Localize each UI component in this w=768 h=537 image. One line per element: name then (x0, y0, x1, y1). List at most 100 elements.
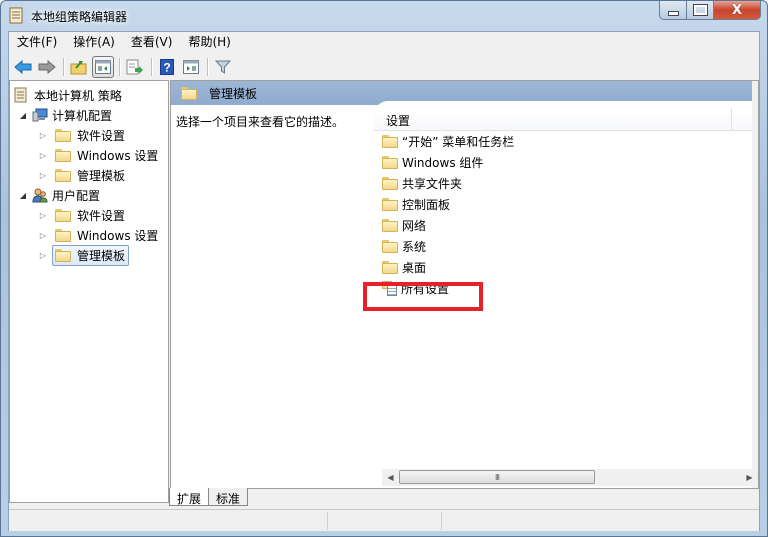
folder-icon (382, 198, 398, 211)
policy-editor-icon (9, 7, 23, 24)
list-item[interactable]: 网络 (382, 215, 426, 236)
folder-icon (55, 168, 71, 182)
tab-standard[interactable]: 标准 (208, 488, 249, 506)
computer-icon (32, 108, 48, 122)
list-item[interactable]: 共享文件夹 (382, 173, 462, 194)
list-item-label: Windows 组件 (402, 156, 484, 170)
menu-help[interactable]: 帮助(H) (180, 32, 238, 53)
toolbar-separator (63, 57, 65, 76)
back-icon (14, 59, 32, 74)
tab-extended[interactable]: 扩展 (169, 488, 210, 506)
tree-node-label: 管理模板 (77, 168, 126, 183)
show-hide-action-pane-icon (183, 59, 199, 74)
column-divider[interactable] (731, 108, 732, 130)
list-item-label: “开始” 菜单和任务栏 (402, 135, 515, 149)
folder-icon (181, 86, 197, 100)
toolbar-separator (119, 57, 121, 76)
filter-icon (215, 60, 231, 74)
up-folder-button[interactable] (68, 56, 90, 78)
tree-node-admin-templates[interactable]: ▷ 管理模板 (38, 165, 129, 185)
collapsed-arrow-icon[interactable]: ▷ (38, 231, 48, 240)
forward-icon (38, 59, 56, 74)
tree-node-label: Windows 设置 (77, 228, 159, 243)
tree-node-software-settings[interactable]: ▷ 软件设置 (38, 125, 129, 145)
tree-node-user-software-settings[interactable]: ▷ 软件设置 (38, 205, 129, 225)
close-button[interactable]: X (714, 1, 761, 20)
collapsed-arrow-icon[interactable]: ▷ (38, 211, 48, 220)
help-icon: ? (160, 58, 174, 75)
policy-document-icon (14, 87, 27, 103)
tree-root[interactable]: 本地计算机 策略 (14, 85, 122, 105)
export-list-button[interactable] (124, 56, 146, 78)
toolbar: ? (9, 53, 759, 80)
column-header[interactable]: 设置 (374, 108, 758, 131)
show-hide-tree-button[interactable] (92, 55, 114, 78)
tree-node-windows-settings[interactable]: ▷ Windows 设置 (38, 145, 162, 165)
app-window: 本地组策略编辑器 X 文件(F) 操作(A) 查看(V) 帮助(H) ? 本地计… (0, 0, 768, 537)
folder-icon (55, 148, 71, 162)
tree-node-label: 用户配置 (52, 188, 101, 203)
show-hide-action-pane-button[interactable] (180, 56, 202, 78)
expanded-arrow-icon[interactable]: ◢ (18, 111, 28, 120)
close-icon: X (731, 2, 743, 18)
column-header-settings[interactable]: 设置 (386, 112, 410, 129)
tree-node-label: Windows 设置 (77, 148, 159, 163)
minimize-button[interactable] (659, 1, 687, 20)
maximize-button[interactable] (687, 1, 714, 20)
list-item[interactable]: 控制面板 (382, 194, 450, 215)
list-item[interactable]: “开始” 菜单和任务栏 (382, 131, 514, 152)
toolbar-separator (151, 57, 153, 76)
folder-icon (55, 248, 71, 262)
folder-icon (382, 219, 398, 232)
folder-icon (55, 228, 71, 242)
tree-node-label: 管理模板 (77, 248, 126, 263)
title-bar[interactable]: 本地组策略编辑器 X (1, 1, 767, 31)
maximize-icon (692, 4, 708, 16)
folder-icon (382, 135, 398, 148)
tree-node-computer-config[interactable]: ◢ 计算机配置 (18, 105, 112, 125)
grip-icon: III (494, 472, 500, 482)
menu-file[interactable]: 文件(F) (9, 32, 65, 53)
tree-root-label: 本地计算机 策略 (34, 88, 122, 103)
expanded-arrow-icon[interactable]: ◢ (18, 191, 28, 200)
list-item-label: 系统 (402, 240, 427, 254)
menu-view[interactable]: 查看(V) (123, 32, 181, 53)
list-item[interactable]: 系统 (382, 236, 426, 257)
up-folder-icon (70, 60, 87, 74)
menu-action[interactable]: 操作(A) (65, 32, 123, 53)
tree-node-label: 软件设置 (77, 208, 126, 223)
menu-bar: 文件(F) 操作(A) 查看(V) 帮助(H) (9, 32, 759, 53)
forward-button[interactable] (36, 56, 58, 78)
list-item[interactable]: 桌面 (382, 257, 426, 278)
folder-icon (55, 128, 71, 142)
view-tabs: 扩展 标准 (169, 488, 249, 508)
folder-icon (382, 177, 398, 190)
collapsed-arrow-icon[interactable]: ▷ (38, 151, 48, 160)
scrollbar-thumb[interactable]: III (399, 470, 595, 484)
collapsed-arrow-icon[interactable]: ▷ (38, 251, 48, 260)
window-title: 本地组策略编辑器 (31, 10, 128, 24)
tree-node-user-admin-templates[interactable]: ▷ 管理模板 (38, 244, 130, 266)
back-button[interactable] (12, 56, 34, 78)
status-segment (441, 512, 442, 530)
list-item-label: 网络 (402, 219, 427, 233)
horizontal-scrollbar[interactable]: ◀ III ▶ (382, 469, 758, 486)
collapsed-arrow-icon[interactable]: ▷ (38, 131, 48, 140)
list-item[interactable]: Windows 组件 (382, 152, 483, 173)
help-button[interactable]: ? (156, 56, 178, 78)
tree-node-user-windows-settings[interactable]: ▷ Windows 设置 (38, 225, 162, 245)
scroll-left-icon[interactable]: ◀ (382, 469, 399, 486)
highlight-annotation (363, 282, 483, 311)
description-text: 选择一个项目来查看它的描述。 (176, 115, 345, 129)
tree-node-user-config[interactable]: ◢ 用户配置 (18, 185, 100, 205)
tree-node-label: 计算机配置 (52, 108, 113, 123)
folder-icon (55, 208, 71, 222)
collapsed-arrow-icon[interactable]: ▷ (38, 171, 48, 180)
list-item-label: 桌面 (402, 261, 427, 275)
scroll-right-icon[interactable]: ▶ (741, 469, 758, 486)
filter-button[interactable] (212, 56, 234, 78)
users-icon (32, 188, 48, 203)
toolbar-separator (207, 57, 209, 76)
folder-icon (382, 261, 398, 274)
vertical-scrollbar[interactable] (752, 81, 758, 488)
